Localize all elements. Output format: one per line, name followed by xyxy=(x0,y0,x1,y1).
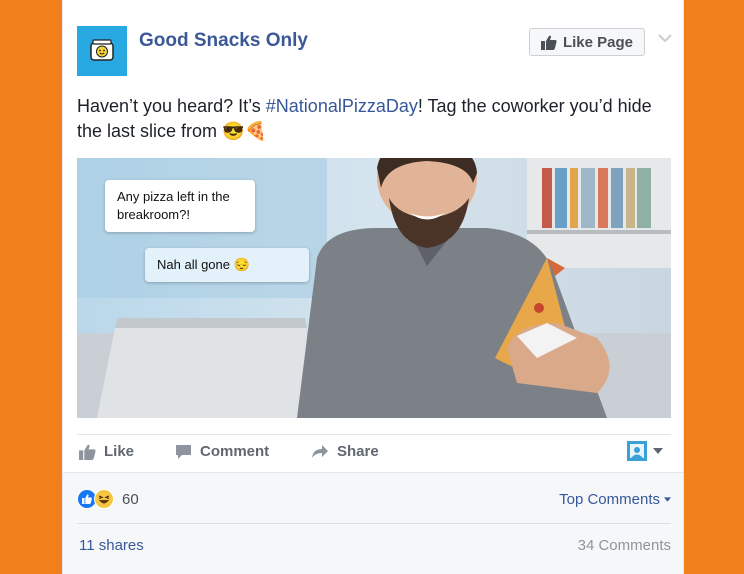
top-comments-dropdown[interactable]: Top Comments xyxy=(559,491,671,508)
share-arrow-icon xyxy=(312,445,328,458)
post-header: Good Snacks Only Like Page xyxy=(77,26,672,78)
comment-icon xyxy=(176,444,191,459)
chevron-down-icon xyxy=(658,33,672,42)
haha-reaction-icon xyxy=(94,489,114,509)
page-name[interactable]: Good Snacks Only xyxy=(139,30,308,52)
thumbs-up-icon xyxy=(79,444,96,460)
post-message: Haven’t you heard? It’s #NationalPizzaDa… xyxy=(77,94,667,144)
share-button[interactable]: Share xyxy=(311,443,379,460)
shares-link[interactable]: 11 shares xyxy=(79,537,144,554)
top-comments-label: Top Comments xyxy=(559,491,660,508)
like-page-label: Like Page xyxy=(562,33,634,51)
reactions-summary[interactable]: 60 xyxy=(77,489,139,509)
stats-divider xyxy=(77,523,671,524)
share-label: Share xyxy=(337,443,379,460)
like-button[interactable]: Like xyxy=(79,443,134,460)
post-image[interactable]: Any pizza left in the breakroom?! Nah al… xyxy=(77,158,671,418)
hashtag-link[interactable]: #NationalPizzaDay xyxy=(266,96,418,116)
post-options-menu[interactable] xyxy=(657,30,673,46)
like-page-button[interactable]: Like Page xyxy=(529,28,645,56)
post-as-selector[interactable] xyxy=(627,441,663,461)
profile-thumbnail-icon xyxy=(627,441,647,461)
post-card: Good Snacks Only Like Page Haven’t you h… xyxy=(62,0,684,574)
comment-label: Comment xyxy=(200,443,270,460)
post-emojis: 😎🍕 xyxy=(222,121,267,141)
page-avatar[interactable] xyxy=(77,26,127,76)
caret-down-icon xyxy=(664,497,671,502)
thumbs-up-icon xyxy=(540,35,557,50)
chat-bubble-question: Any pizza left in the breakroom?! xyxy=(105,180,255,232)
comment-button[interactable]: Comment xyxy=(175,443,269,460)
reaction-count: 60 xyxy=(122,490,139,508)
comments-count[interactable]: 34 Comments xyxy=(578,537,671,554)
post-text-before: Haven’t you heard? It’s xyxy=(77,96,266,116)
stats-section: 60 Top Comments 11 shares 34 Comments xyxy=(63,472,683,574)
caret-down-icon xyxy=(653,448,663,454)
snack-bag-icon xyxy=(90,39,114,61)
chat-bubble-reply: Nah all gone 😔 xyxy=(145,248,309,282)
action-bar: Like Comment Share xyxy=(77,434,671,473)
like-label: Like xyxy=(104,443,135,460)
